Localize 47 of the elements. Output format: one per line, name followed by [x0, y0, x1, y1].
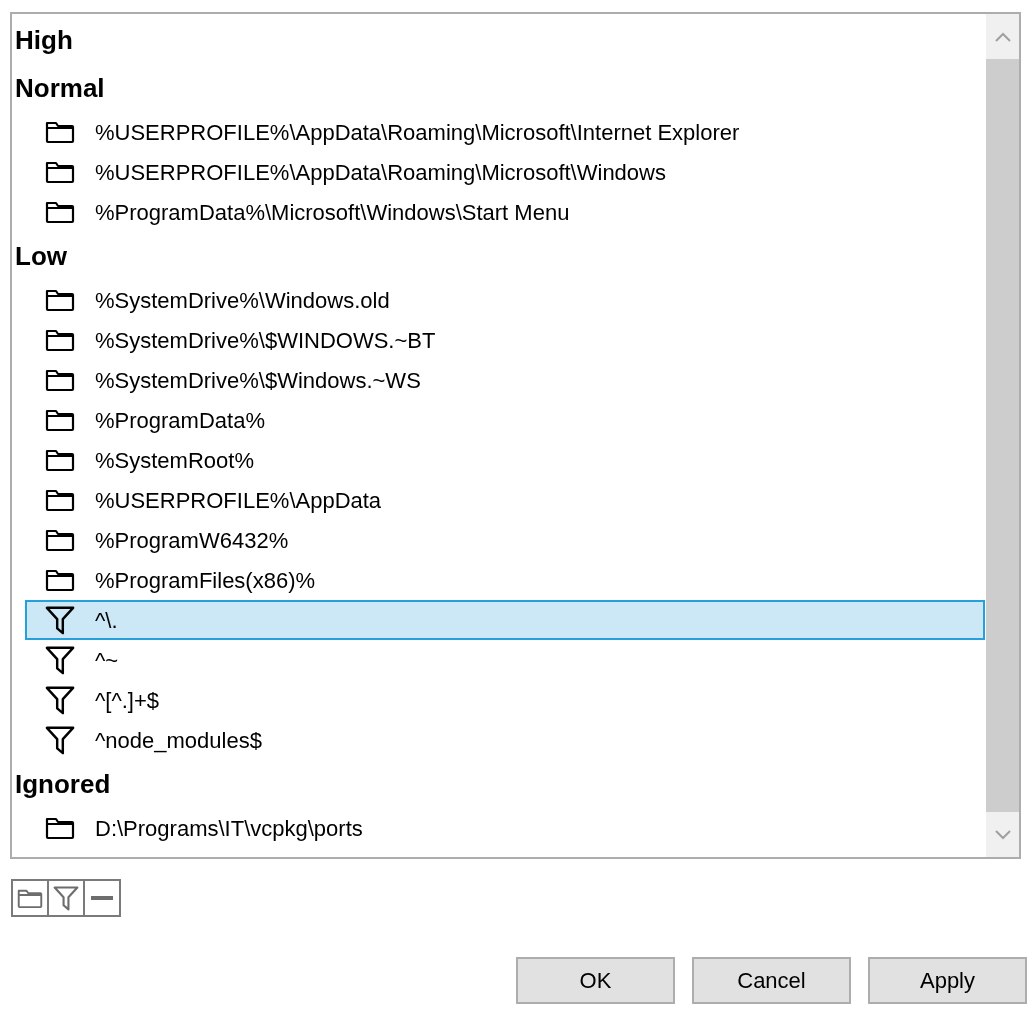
folder-icon — [45, 368, 75, 392]
scroll-up-icon[interactable] — [994, 31, 1011, 42]
minus-icon — [91, 896, 113, 900]
scroll-down-icon[interactable] — [994, 829, 1011, 840]
folder-icon — [17, 887, 43, 909]
add-folder-button[interactable] — [11, 879, 49, 917]
group-header: High — [15, 23, 73, 57]
folder-icon — [45, 488, 75, 512]
list-item[interactable]: ^[^.]+$ — [25, 680, 985, 720]
dialog-button[interactable]: OK — [516, 957, 675, 1004]
list-item[interactable]: ^node_modules$ — [25, 720, 985, 760]
folder-icon — [45, 160, 75, 184]
list-item[interactable]: %SystemDrive%\Windows.old — [25, 280, 985, 320]
folder-icon — [45, 408, 75, 432]
remove-button[interactable] — [83, 879, 121, 917]
list-item[interactable]: %SystemRoot% — [25, 440, 985, 480]
list-item[interactable]: %ProgramW6432% — [25, 520, 985, 560]
list-item[interactable]: %USERPROFILE%\AppData\Roaming\Microsoft\Internet Explorer — [25, 112, 985, 152]
group-header: Ignored — [15, 767, 111, 801]
list-item[interactable]: %USERPROFILE%\AppData — [25, 480, 985, 520]
list-item[interactable]: %SystemDrive%\$Windows.~WS — [25, 360, 985, 400]
list-item[interactable]: %ProgramData%\Microsoft\Windows\Start Menu — [25, 192, 985, 232]
list-item[interactable]: %USERPROFILE%\AppData\Roaming\Microsoft\Windows — [25, 152, 985, 192]
add-filter-button[interactable] — [47, 879, 85, 917]
folder-icon — [45, 448, 75, 472]
list-item[interactable]: %ProgramData% — [25, 400, 985, 440]
group-header: Low — [15, 239, 67, 273]
dialog-button[interactable]: Apply — [868, 957, 1027, 1004]
group-header: Normal — [15, 71, 105, 105]
filter-icon — [45, 644, 75, 676]
folder-icon — [45, 568, 75, 592]
list-item[interactable]: ^~ — [25, 640, 985, 680]
folder-icon — [45, 288, 75, 312]
list-item[interactable]: %SystemDrive%\$WINDOWS.~BT — [25, 320, 985, 360]
folder-icon — [45, 120, 75, 144]
filter-icon — [45, 604, 75, 636]
folder-icon — [45, 328, 75, 352]
folder-icon — [45, 200, 75, 224]
folder-icon — [45, 816, 75, 840]
dialog-button[interactable]: Cancel — [692, 957, 851, 1004]
filter-icon — [45, 684, 75, 716]
folder-icon — [45, 528, 75, 552]
list-item[interactable]: %ProgramFiles(x86)% — [25, 560, 985, 600]
filter-icon — [45, 724, 75, 756]
filter-icon — [53, 885, 79, 911]
list-item[interactable]: D:\Programs\IT\vcpkg\ports — [25, 808, 985, 848]
list-item[interactable]: ^\. — [25, 600, 985, 640]
